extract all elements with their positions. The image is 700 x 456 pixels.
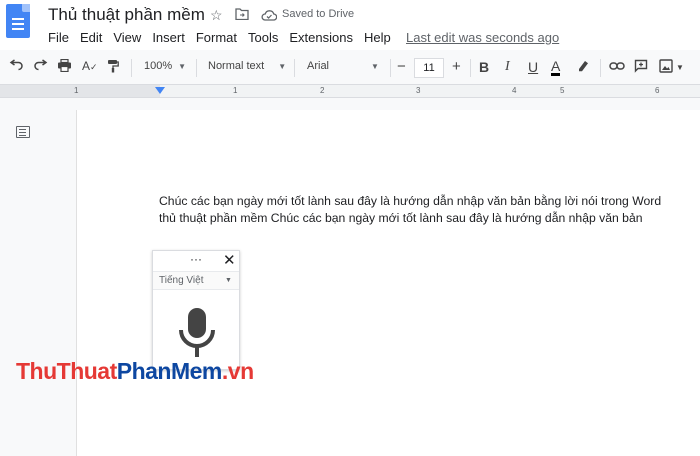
menu-file[interactable]: File <box>48 30 69 45</box>
last-edit-link[interactable]: Last edit was seconds ago <box>406 30 559 45</box>
more-options-icon[interactable]: ··· <box>190 252 202 266</box>
italic-button[interactable]: I <box>505 59 510 75</box>
chevron-down-icon: ▼ <box>278 62 287 71</box>
document-body-text[interactable]: Chúc các bạn ngày mới tốt lành sau đây l… <box>159 193 699 227</box>
watermark-logo: ThuThuatPhanMem.vn <box>16 358 254 384</box>
body-line: thủ thuật phần mềm Chúc các bạn ngày mới… <box>159 211 643 225</box>
paragraph-style-value: Normal text <box>208 60 265 72</box>
chevron-down-icon: ▼ <box>371 62 379 71</box>
font-family-value: Arial <box>307 60 330 72</box>
body-line: Chúc các bạn ngày mới tốt lành sau đây l… <box>159 194 662 208</box>
menu-tools[interactable]: Tools <box>248 30 278 45</box>
menu-view[interactable]: View <box>113 30 141 45</box>
add-comment-icon[interactable] <box>634 59 648 76</box>
ruler-label: 6 <box>655 86 660 95</box>
zoom-value: 100% <box>144 60 173 72</box>
left-pane <box>0 98 76 456</box>
google-docs-logo-icon[interactable] <box>6 4 30 38</box>
menu-help[interactable]: Help <box>364 30 391 45</box>
decrease-font-size-button[interactable]: − <box>397 58 406 75</box>
menu-extensions[interactable]: Extensions <box>289 30 353 45</box>
left-indent-marker-icon[interactable] <box>155 87 165 94</box>
redo-icon[interactable] <box>33 59 48 74</box>
paragraph-style-select[interactable]: Normal text ▼ <box>208 60 286 72</box>
zoom-select[interactable]: 100% ▼ <box>144 60 186 72</box>
underline-button[interactable]: U <box>528 59 538 75</box>
menu-insert[interactable]: Insert <box>152 30 185 45</box>
text-color-button[interactable]: A <box>551 59 561 76</box>
ruler[interactable]: 1 1 2 3 4 5 6 <box>0 84 700 98</box>
ruler-label: 1 <box>233 86 238 95</box>
language-value: Tiếng Việt <box>159 275 204 286</box>
saved-status: Saved to Drive <box>282 8 355 20</box>
menu-bar: File Edit View Insert Format Tools Exten… <box>48 30 402 45</box>
chevron-down-icon: ▼ <box>225 277 232 284</box>
insert-link-icon[interactable] <box>609 59 625 74</box>
language-select[interactable]: Tiếng Việt ▼ <box>153 271 239 290</box>
ruler-label: 2 <box>320 86 325 95</box>
undo-icon[interactable] <box>9 59 24 74</box>
font-size-input[interactable]: 11 <box>414 58 444 78</box>
menu-format[interactable]: Format <box>196 30 237 45</box>
print-icon[interactable] <box>57 58 72 75</box>
bold-button[interactable]: B <box>479 59 489 75</box>
title-bar: Thủ thuật phần mềm ☆ Saved to Drive File… <box>0 0 700 50</box>
document-outline-icon[interactable] <box>16 126 30 138</box>
ruler-label: 4 <box>512 86 517 95</box>
voice-typing-header: ··· ✕ <box>153 251 239 271</box>
image-options-chevron-icon[interactable]: ▼ <box>676 63 684 72</box>
font-family-select[interactable]: Arial ▼ <box>307 60 379 72</box>
menu-edit[interactable]: Edit <box>80 30 102 45</box>
cloud-saved-icon[interactable] <box>261 8 278 24</box>
voice-typing-panel: ··· ✕ Tiếng Việt ▼ <box>152 250 240 370</box>
toolbar: A✓ 100% ▼ Normal text ▼ Arial ▼ − 11 + B I … <box>0 54 700 82</box>
spellcheck-icon[interactable]: A✓ <box>82 59 98 73</box>
insert-image-icon[interactable] <box>659 59 673 76</box>
ruler-label: 5 <box>560 86 565 95</box>
microphone-icon[interactable] <box>178 306 216 362</box>
increase-font-size-button[interactable]: + <box>452 58 461 75</box>
move-folder-icon[interactable] <box>235 7 249 23</box>
ruler-label: 1 <box>74 86 79 95</box>
paint-format-icon[interactable] <box>107 59 119 76</box>
star-icon[interactable]: ☆ <box>210 7 223 24</box>
ruler-label: 3 <box>416 86 421 95</box>
chevron-down-icon: ▼ <box>178 62 187 71</box>
document-title[interactable]: Thủ thuật phần mềm <box>48 5 205 25</box>
close-icon[interactable]: ✕ <box>223 251 236 269</box>
highlight-color-icon[interactable] <box>577 59 589 76</box>
